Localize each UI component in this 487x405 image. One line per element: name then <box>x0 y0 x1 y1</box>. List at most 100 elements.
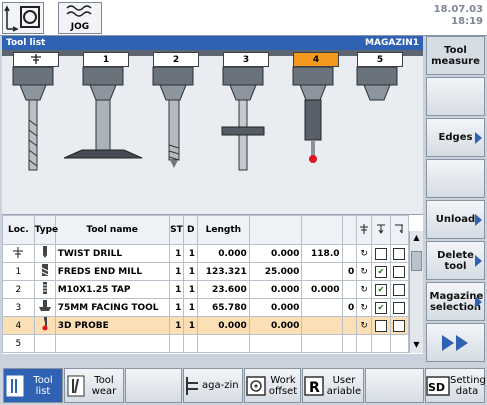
softkey-empty-bottom-2[interactable] <box>365 368 424 403</box>
coolant1-checkbox[interactable]: ✔ <box>374 265 387 278</box>
tool-name[interactable] <box>54 334 170 353</box>
softkey-empty-bottom[interactable] <box>125 368 182 403</box>
value-cell[interactable]: 0.000 <box>301 280 343 299</box>
tool-wear-button[interactable]: Tool wear <box>64 368 124 403</box>
tool-name[interactable]: TWIST DRILL <box>54 244 170 263</box>
tool-list-icon <box>6 375 24 396</box>
next-page-button[interactable] <box>426 323 485 362</box>
value-cell <box>341 280 358 299</box>
col-d[interactable]: D <box>183 215 199 245</box>
length-cell[interactable]: 65.780 <box>197 298 250 317</box>
magazine-graphic <box>2 50 423 171</box>
coolant-icon <box>395 224 404 233</box>
value-cell[interactable] <box>301 298 343 317</box>
value-cell[interactable]: 25.000 <box>248 262 303 281</box>
svg-text:SD: SD <box>428 381 445 394</box>
magazine-button[interactable]: aga-zin <box>183 368 243 403</box>
tool-measure-button[interactable]: Tool measure <box>426 36 485 75</box>
value-cell[interactable]: 118.0 <box>301 244 343 263</box>
slot-tab-3[interactable]: 3 <box>223 52 269 67</box>
length-cell[interactable]: 23.600 <box>197 280 250 299</box>
loc-cell: 3 <box>2 298 35 317</box>
coolant1-checkbox[interactable] <box>374 319 387 332</box>
length-cell[interactable]: 0.000 <box>197 244 250 263</box>
coolant1-checkbox[interactable]: ✔ <box>374 283 387 296</box>
checkbox-cell <box>389 334 410 353</box>
value-cell[interactable]: 0.000 <box>248 244 303 263</box>
unload-button[interactable]: Unload <box>426 200 485 239</box>
work-offset-button[interactable]: Work offset <box>244 368 301 403</box>
coolant2-checkbox[interactable] <box>393 247 406 260</box>
type-cell <box>33 244 56 263</box>
user-variable-button[interactable]: R User ariable <box>302 368 364 403</box>
coolant1-checkbox[interactable]: ✔ <box>374 301 387 314</box>
table-row[interactable]: 3 75MM FACING TOOL 1 1 65.780 0.000 0 ↻ … <box>2 298 410 317</box>
slot-0-tab[interactable] <box>13 52 59 67</box>
loc-cell: 2 <box>2 280 35 299</box>
loc-cell <box>2 244 35 263</box>
datetime: 18.07.03 18:19 <box>393 4 483 28</box>
softkey-empty-2[interactable] <box>426 159 485 198</box>
value-cell[interactable] <box>301 316 343 335</box>
col-loc[interactable]: Loc. <box>2 215 35 245</box>
table-row[interactable]: 5 <box>2 334 410 353</box>
loc-cell: 4 <box>2 316 35 335</box>
delete-tool-button[interactable]: Delete tool <box>426 241 485 280</box>
coolant2-checkbox[interactable] <box>393 319 406 332</box>
spindle-icon <box>13 246 24 258</box>
col-type[interactable]: Type <box>33 215 58 245</box>
slot-tab-1[interactable]: 1 <box>83 52 129 67</box>
value-cell[interactable] <box>301 262 343 281</box>
coolant2-checkbox[interactable] <box>393 265 406 278</box>
table-row[interactable]: TWIST DRILL 1 1 0.000 0.000 118.0 ↻ <box>2 244 410 263</box>
tool-name[interactable]: 75MM FACING TOOL <box>54 298 170 317</box>
magazine-icon <box>186 376 198 395</box>
delete-tool-label: Delete tool <box>437 249 474 272</box>
magazine-selection-label: Magazine selection <box>429 290 484 313</box>
slot-tab-5[interactable]: 5 <box>357 52 403 67</box>
tool-list-label: Tool list <box>33 374 53 397</box>
coolant2-checkbox[interactable] <box>393 301 406 314</box>
slot-tab-4[interactable]: 4 <box>293 52 339 67</box>
drill-icon <box>42 246 47 258</box>
table-row-selected[interactable]: 4 3D PROBE 1 1 0.000 0.000 ↻ <box>2 316 410 335</box>
facing-tool-icon <box>38 300 51 311</box>
table-scrollbar[interactable]: ▲ ▼ <box>409 231 423 353</box>
coolant2-checkbox[interactable] <box>393 283 406 296</box>
tool-wear-label: Tool wear <box>91 374 117 397</box>
loc-cell: 1 <box>2 262 35 281</box>
magazine-selection-button[interactable]: Magazine selection <box>426 282 485 321</box>
machine-mode-button[interactable] <box>2 2 44 34</box>
page-title: Tool list <box>6 38 46 48</box>
softkey-empty-1[interactable] <box>426 77 485 116</box>
col-name[interactable]: Tool name <box>54 215 170 245</box>
scroll-thumb[interactable] <box>411 251 422 271</box>
jog-mode-button[interactable]: JOG <box>58 2 102 34</box>
length-cell[interactable]: 0.000 <box>197 316 250 335</box>
length-cell[interactable]: 123.321 <box>197 262 250 281</box>
title-bar: Tool list MAGAZIN1 <box>2 36 423 50</box>
setting-data-button[interactable]: SD Setting data <box>425 368 486 403</box>
value-cell[interactable]: 0.000 <box>248 298 303 317</box>
tool-name[interactable]: M10X1.25 TAP <box>54 280 170 299</box>
scroll-up-icon[interactable]: ▲ <box>411 233 422 244</box>
coolant1-checkbox[interactable] <box>374 247 387 260</box>
value-cell[interactable]: 0.000 <box>248 280 303 299</box>
tool-name[interactable]: FREDS END MILL <box>54 262 170 281</box>
tool-name[interactable]: 3D PROBE <box>54 316 170 335</box>
value-cell <box>341 316 358 335</box>
tool-list-button[interactable]: Tool list <box>3 368 63 403</box>
checkbox-cell <box>389 316 410 335</box>
col-length[interactable]: Length <box>197 215 250 245</box>
checkbox-cell <box>389 244 410 263</box>
table-header-row: Loc. Type Tool name ST D Length <box>2 215 410 245</box>
table-row[interactable]: 1 FREDS END MILL 1 1 123.321 25.000 0 ↻ … <box>2 262 410 281</box>
checkbox-cell <box>389 280 410 299</box>
col-st[interactable]: ST <box>168 215 185 245</box>
slot-tab-2[interactable]: 2 <box>153 52 199 67</box>
value-cell[interactable]: 0.000 <box>248 316 303 335</box>
svg-text:R: R <box>309 380 320 396</box>
scroll-down-icon[interactable]: ▼ <box>411 340 422 351</box>
table-row[interactable]: 2 M10X1.25 TAP 1 1 23.600 0.000 0.000 ↻ … <box>2 280 410 299</box>
edges-button[interactable]: Edges <box>426 118 485 157</box>
